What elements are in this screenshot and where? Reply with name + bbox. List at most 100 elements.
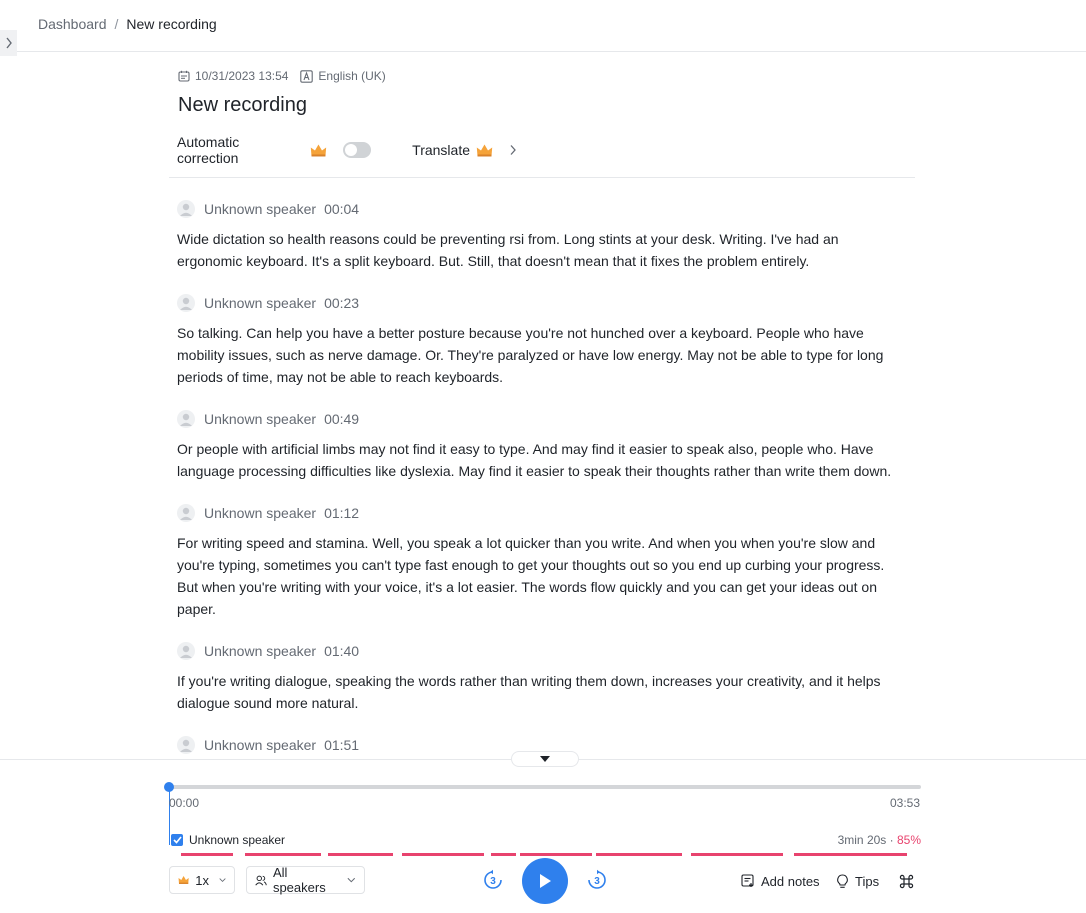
segment-speaker[interactable]: Unknown speaker — [204, 201, 316, 217]
divider — [169, 177, 915, 178]
speaker-duration: 3min 20s — [837, 833, 887, 847]
recording-meta: 10/31/2023 13:54 English (UK) — [178, 69, 398, 83]
segment-header: Unknown speaker 00:49 — [177, 408, 921, 430]
speech-segment — [794, 853, 907, 856]
tips-button[interactable]: Tips — [836, 870, 879, 892]
tips-label: Tips — [855, 873, 880, 889]
calendar-icon — [178, 70, 190, 82]
speakers-filter-select[interactable]: All speakers — [246, 865, 365, 895]
speaker-checkbox[interactable] — [171, 834, 183, 846]
user-avatar-icon — [177, 294, 195, 312]
recording-date-text: 10/31/2023 13:54 — [195, 69, 289, 83]
add-notes-button[interactable]: Add notes — [741, 870, 820, 892]
skip-back-button[interactable]: 3 — [481, 868, 505, 892]
caret-down-icon — [540, 756, 550, 762]
chevron-right-icon — [510, 145, 516, 155]
progress-bar[interactable] — [164, 782, 921, 792]
shortcuts-button[interactable] — [899, 870, 914, 892]
users-icon — [255, 875, 267, 885]
speaker-filter-row: Unknown speaker 3min 20s · 85% — [171, 832, 921, 848]
speech-segment — [520, 853, 592, 856]
speech-segment — [691, 853, 783, 856]
transcript-options: Automatic correction Translate — [177, 134, 517, 166]
lightbulb-icon — [837, 873, 848, 888]
speech-segment — [596, 853, 682, 856]
speech-segment — [491, 853, 516, 856]
rewind-3-icon: 3 — [484, 869, 502, 889]
segment-text[interactable]: So talking. Can help you have a better p… — [177, 322, 907, 388]
segment-timestamp[interactable]: 01:40 — [324, 643, 359, 659]
speech-segment — [245, 853, 321, 856]
chevron-down-icon — [219, 878, 226, 883]
segment-text[interactable]: If you're writing dialogue, speaking the… — [177, 670, 907, 714]
transcript-segment[interactable]: Unknown speaker 01:12 For writing speed … — [169, 502, 929, 620]
crown-icon — [178, 876, 189, 884]
chevron-right-icon — [5, 37, 12, 49]
segment-speaker[interactable]: Unknown speaker — [204, 295, 316, 311]
speech-segment — [402, 853, 484, 856]
sidebar-toggle-button[interactable] — [0, 30, 17, 56]
breadcrumb-current: New recording — [126, 16, 217, 32]
segment-timestamp[interactable]: 01:51 — [324, 737, 359, 753]
auto-correction-label: Automatic correction — [177, 134, 240, 166]
skip-forward-button[interactable]: 3 — [585, 868, 609, 892]
playback-speed-select[interactable]: 1x — [169, 866, 235, 894]
play-icon — [540, 874, 551, 888]
language-icon — [300, 69, 314, 83]
play-button[interactable] — [522, 858, 568, 904]
segment-timestamp[interactable]: 00:04 — [324, 201, 359, 217]
speech-segment — [181, 853, 233, 856]
transcript-segment[interactable]: Unknown speaker 00:49 Or people with art… — [169, 408, 929, 482]
speech-segment — [328, 853, 393, 856]
check-icon — [172, 836, 182, 844]
segment-speaker[interactable]: Unknown speaker — [204, 505, 316, 521]
collapse-player-button[interactable] — [511, 751, 579, 767]
transcript-segment[interactable]: Unknown speaker 01:40 If you're writing … — [169, 640, 929, 714]
transcript-segment[interactable]: Unknown speaker 00:23 So talking. Can he… — [169, 292, 929, 388]
speakers-filter-value: All speakers — [272, 865, 326, 895]
segment-text[interactable]: For writing speed and stamina. Well, you… — [177, 532, 907, 620]
user-avatar-icon — [177, 504, 195, 522]
command-key-icon — [899, 874, 914, 888]
notes-icon — [741, 874, 754, 887]
segment-text[interactable]: Or people with artificial limbs may not … — [177, 438, 907, 482]
total-time: 03:53 — [889, 796, 920, 810]
speech-activity-track[interactable] — [169, 853, 921, 857]
recording-language-text: English (UK) — [318, 69, 386, 83]
breadcrumb-separator: / — [114, 16, 119, 32]
speaker-stats-separator: · — [886, 833, 897, 847]
segment-header: Unknown speaker 00:04 — [177, 198, 921, 220]
segment-speaker[interactable]: Unknown speaker — [204, 411, 316, 427]
user-avatar-icon — [177, 736, 195, 754]
translate-label: Translate — [412, 142, 470, 158]
add-notes-label: Add notes — [761, 873, 820, 889]
forward-3-icon: 3 — [588, 869, 606, 889]
audio-player: 00:00 03:53 Unknown speaker 3min 20s · 8… — [0, 759, 1086, 913]
skip-forward-seconds: 3 — [594, 876, 600, 887]
segment-speaker[interactable]: Unknown speaker — [204, 643, 316, 659]
current-time: 00:00 — [169, 796, 200, 810]
transcript-list: Unknown speaker 00:04 Wide dictation so … — [169, 186, 929, 758]
segment-timestamp[interactable]: 00:49 — [324, 411, 359, 427]
segment-text[interactable]: Wide dictation so health reasons could b… — [177, 228, 907, 272]
auto-correction-toggle[interactable] — [343, 142, 372, 158]
segment-speaker[interactable]: Unknown speaker — [204, 737, 316, 753]
user-avatar-icon — [177, 642, 195, 660]
skip-back-seconds: 3 — [490, 876, 496, 887]
recording-language: English (UK) — [300, 69, 386, 83]
crown-icon — [476, 144, 493, 156]
crown-icon — [311, 144, 327, 156]
breadcrumb-dashboard-link[interactable]: Dashboard — [38, 16, 107, 32]
playback-speed-value: 1x — [195, 872, 209, 888]
player-controls: 1x All speakers 3 3 Add notes Tips — [0, 858, 1086, 908]
transcript-segment[interactable]: Unknown speaker 00:04 Wide dictation so … — [169, 198, 929, 272]
user-avatar-icon — [177, 200, 195, 218]
speaker-stats: 3min 20s · 85% — [838, 833, 921, 847]
translate-option[interactable]: Translate — [412, 142, 517, 158]
breadcrumb: Dashboard / New recording — [38, 16, 217, 32]
speaker-percent: 85% — [896, 833, 921, 847]
segment-timestamp[interactable]: 00:23 — [324, 295, 359, 311]
page-title: New recording — [178, 94, 307, 116]
segment-header: Unknown speaker 00:23 — [177, 292, 921, 314]
segment-timestamp[interactable]: 01:12 — [324, 505, 359, 521]
